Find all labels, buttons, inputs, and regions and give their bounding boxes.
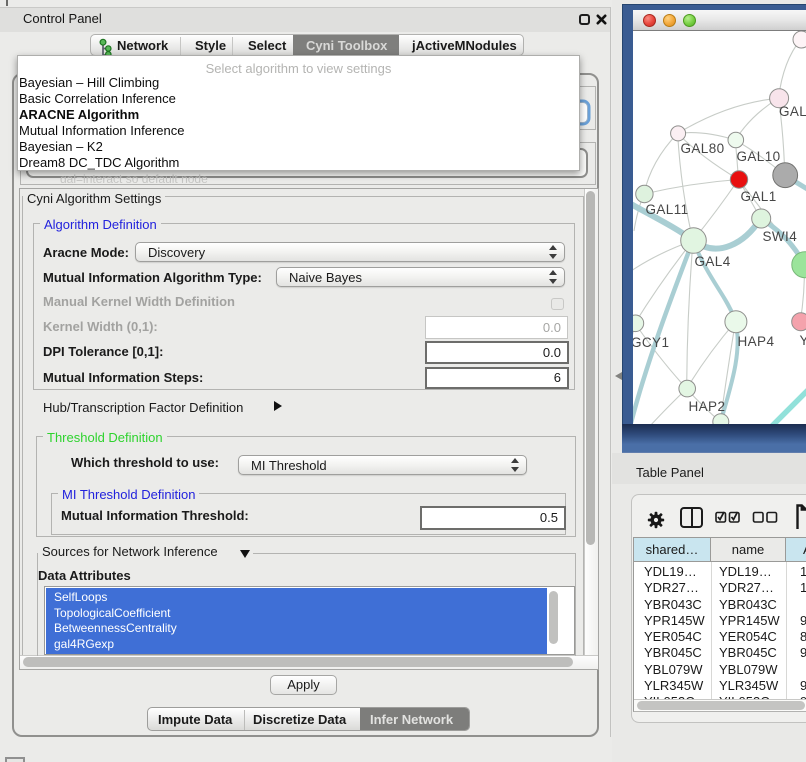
svg-text:GAL7: GAL7 [779,104,806,119]
svg-text:GAL80: GAL80 [681,141,725,156]
svg-text:GCY1: GCY1 [633,335,669,350]
svg-text:GAL10: GAL10 [737,149,781,164]
svg-text:HAP4: HAP4 [738,334,775,349]
svg-text:GAL4: GAL4 [695,254,731,269]
svg-text:GAL11: GAL11 [646,202,689,217]
svg-text:HAP2: HAP2 [689,399,726,414]
svg-text:Y: Y [800,333,806,348]
svg-text:GAL1: GAL1 [741,189,777,204]
svg-text:SWI4: SWI4 [763,229,798,244]
